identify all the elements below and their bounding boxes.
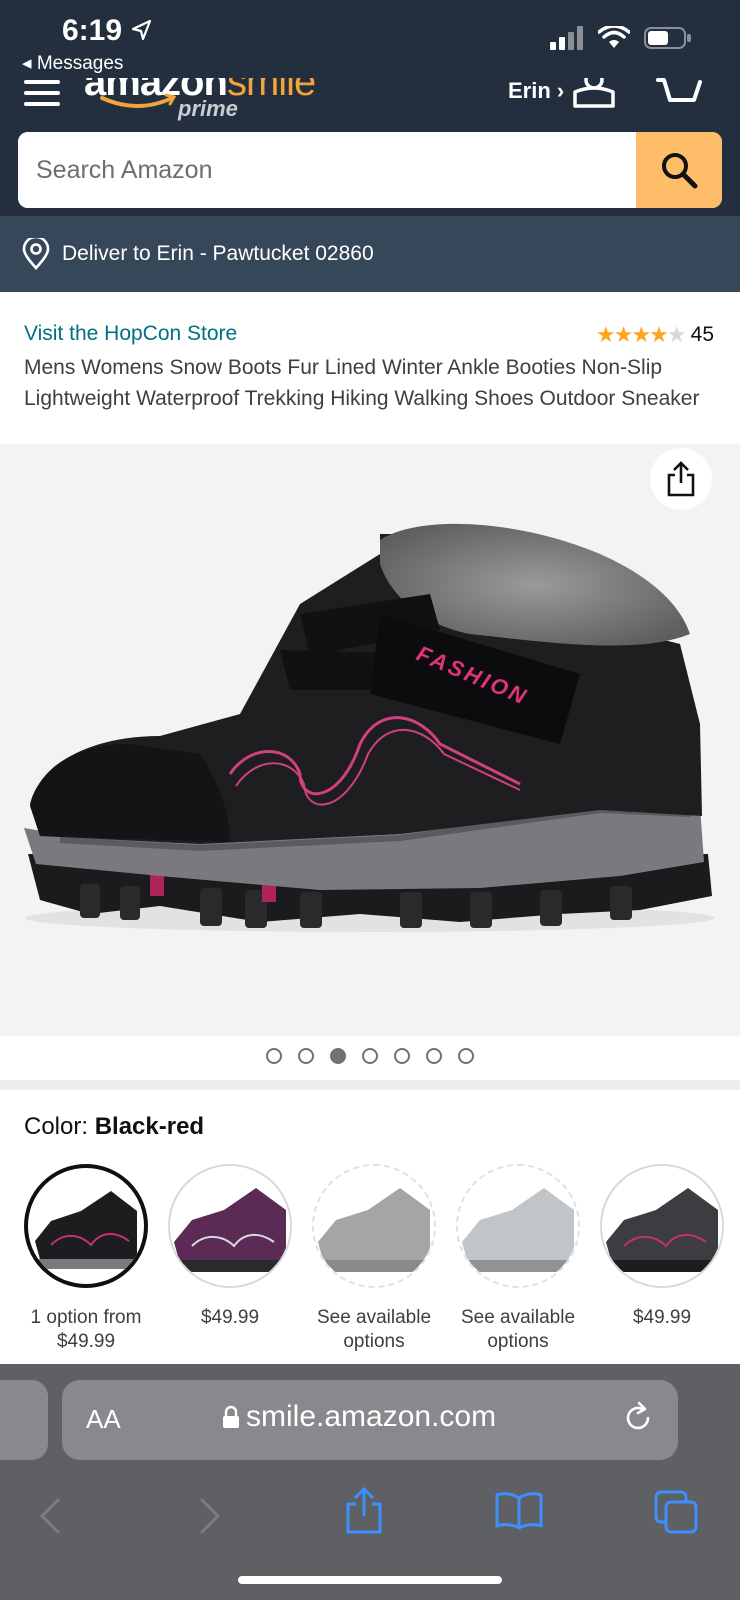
swatch-light-grey[interactable]: See available options [456, 1164, 580, 1354]
search-input[interactable] [18, 132, 638, 208]
carousel-dot[interactable] [362, 1048, 378, 1064]
account-icon[interactable] [572, 78, 616, 108]
url-field[interactable]: smile.amazon.com [222, 1400, 496, 1434]
carousel-dots [0, 1048, 740, 1068]
reader-aa-button[interactable]: AA [86, 1404, 121, 1435]
cart-icon[interactable] [656, 78, 702, 108]
product-image: FASHION [24, 523, 715, 932]
share-button[interactable] [650, 448, 712, 510]
swatch-dark-grey-red[interactable]: $49.99 [600, 1164, 724, 1330]
product-title: Mens Womens Snow Boots Fur Lined Winter … [24, 356, 700, 410]
swatch-purple[interactable]: $49.99 [168, 1164, 292, 1330]
swatch-image [312, 1164, 436, 1288]
carousel-dot[interactable] [426, 1048, 442, 1064]
carousel-dot-active[interactable] [330, 1048, 346, 1064]
cellular-signal-icon [550, 26, 583, 50]
rating[interactable]: ★★★★★ 45 [596, 322, 714, 348]
search-bar [18, 132, 722, 208]
swatch-black-red[interactable]: 1 option from $49.99 [24, 1164, 148, 1354]
carousel-dot[interactable] [298, 1048, 314, 1064]
star-rating-icon: ★★★★★ [596, 322, 687, 347]
swatch-image [600, 1164, 724, 1288]
tabs-icon[interactable] [654, 1490, 700, 1534]
status-bar: 6:19 ◂ Messages [0, 0, 740, 82]
color-selected-value: Black-red [94, 1113, 205, 1140]
carousel-dot[interactable] [394, 1048, 410, 1064]
forward-arrow-icon[interactable] [196, 1496, 224, 1536]
back-to-messages[interactable]: ◂ Messages [22, 52, 123, 75]
home-indicator [238, 1576, 502, 1584]
color-label: Color: Black-red [24, 1113, 204, 1141]
search-button[interactable] [636, 132, 722, 208]
status-time: 6:19 [62, 14, 123, 47]
swatch-image [24, 1164, 148, 1288]
url-text: smile.amazon.com [246, 1400, 497, 1433]
swatch-grey[interactable]: See available options [312, 1164, 436, 1354]
swatch-image [168, 1164, 292, 1288]
status-icons [550, 26, 692, 50]
section-divider [0, 1080, 740, 1090]
deliver-to-text: Deliver to Erin - Pawtucket 02860 [62, 242, 374, 265]
search-icon [662, 153, 698, 189]
location-pin-icon [22, 238, 50, 270]
nav-header: amazonsmile prime Erin › [0, 78, 740, 132]
product-image-carousel[interactable]: FASHION [0, 444, 740, 1036]
swatch-caption: See available options [460, 1307, 576, 1352]
color-label-text: Color: [24, 1113, 89, 1140]
color-swatches: 1 option from $49.99 $49.99 See availabl… [24, 1164, 740, 1364]
address-bar[interactable]: AA smile.amazon.com [62, 1380, 678, 1460]
logo-smile-text: smile [226, 78, 316, 104]
safari-toolbar: AA smile.amazon.com [0, 1364, 740, 1600]
reload-icon[interactable] [620, 1400, 656, 1436]
rating-count: 45 [690, 323, 714, 346]
menu-icon[interactable] [24, 80, 60, 106]
share-icon[interactable] [344, 1486, 384, 1536]
carousel-dot[interactable] [266, 1048, 282, 1064]
carousel-dot[interactable] [458, 1048, 474, 1064]
prime-label: prime [178, 96, 238, 121]
share-icon [667, 461, 695, 497]
smile-swoosh-icon [100, 93, 177, 108]
swatch-image [456, 1164, 580, 1288]
swatch-caption: 1 option from $49.99 [30, 1307, 142, 1352]
previous-tab-preview[interactable] [0, 1380, 48, 1460]
aa-label: AA [86, 1404, 121, 1434]
location-arrow-icon [131, 19, 152, 41]
deliver-to-bar[interactable]: Deliver to Erin - Pawtucket 02860 [0, 216, 740, 292]
battery-icon [644, 27, 691, 49]
back-arrow-icon[interactable] [36, 1496, 64, 1536]
bookmarks-icon[interactable] [494, 1490, 544, 1530]
safari-nav [0, 1474, 740, 1554]
wifi-icon [598, 26, 630, 48]
lock-icon [223, 1405, 239, 1428]
swatch-caption: See available options [316, 1307, 432, 1352]
swatch-caption: $49.99 [632, 1307, 692, 1328]
store-link[interactable]: Visit the HopCon Store [24, 322, 237, 346]
account-link[interactable]: Erin › [508, 78, 564, 104]
swatch-caption: $49.99 [200, 1307, 260, 1328]
